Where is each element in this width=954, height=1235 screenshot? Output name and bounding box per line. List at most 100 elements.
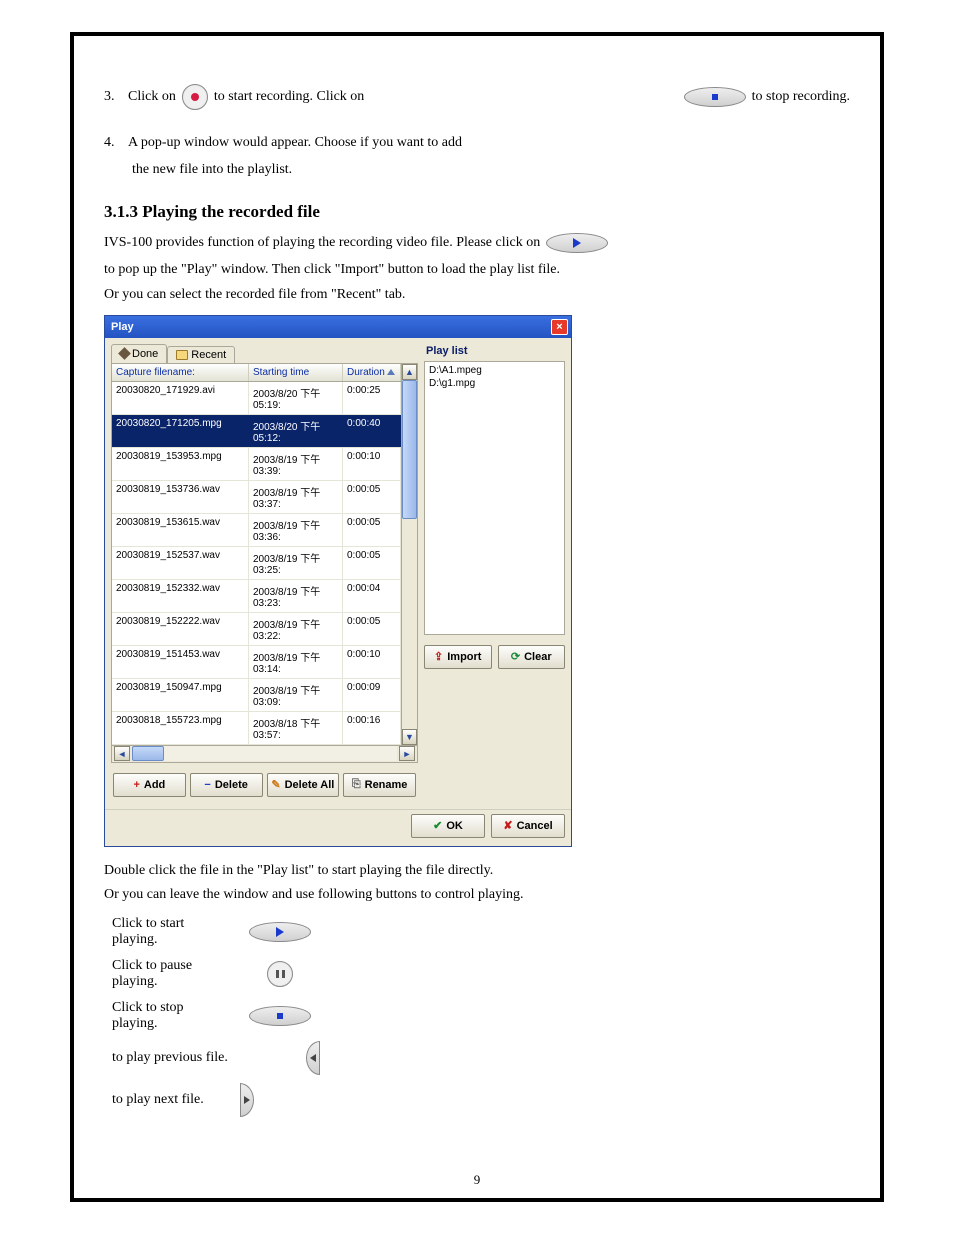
- cell-time: 2003/8/20 下午 05:12:: [249, 415, 343, 447]
- cell-filename: 20030818_155723.mpg: [112, 712, 249, 744]
- clear-button[interactable]: ⟳Clear: [498, 645, 566, 669]
- control-next-text: to play next file.: [112, 1092, 232, 1108]
- close-icon[interactable]: ×: [551, 319, 568, 335]
- cell-duration: 0:00:40: [343, 415, 401, 447]
- tab-done-label: Done: [132, 348, 158, 360]
- page: 3. Click on to start recording. Click on…: [70, 32, 884, 1202]
- table-row[interactable]: 20030819_151453.wav2003/8/19 下午 03:14:0:…: [112, 646, 401, 679]
- cell-time: 2003/8/19 下午 03:37:: [249, 481, 343, 513]
- text-to-stop: to stop recording.: [752, 87, 850, 107]
- cell-time: 2003/8/19 下午 03:14:: [249, 646, 343, 678]
- dialog-right-pane: Play list D:\A1.mpegD:\g1.mpg ⇪Import ⟳C…: [424, 344, 565, 805]
- import-button[interactable]: ⇪Import: [424, 645, 492, 669]
- sort-ascending-icon: [387, 369, 395, 375]
- table-row[interactable]: 20030819_150947.mpg2003/8/19 下午 03:09:0:…: [112, 679, 401, 712]
- pause-icon: [267, 961, 293, 987]
- list-item[interactable]: D:\g1.mpg: [429, 377, 560, 390]
- step-num-4: 4.: [104, 133, 122, 153]
- cell-time: 2003/8/19 下午 03:25:: [249, 547, 343, 579]
- play-control-list: Click to start playing. Click to pause p…: [112, 911, 850, 1121]
- cell-filename: 20030819_152537.wav: [112, 547, 249, 579]
- step-num-3: 3.: [104, 87, 122, 107]
- cell-time: 2003/8/18 下午 03:57:: [249, 712, 343, 744]
- col-filename[interactable]: Capture filename:: [112, 364, 249, 381]
- tab-bar: Done Recent: [111, 344, 418, 363]
- col-starting-time[interactable]: Starting time: [249, 364, 343, 381]
- control-pause: Click to pause playing.: [112, 953, 850, 995]
- scroll-thumb[interactable]: [402, 380, 417, 520]
- control-next: to play next file.: [112, 1079, 850, 1121]
- add-button[interactable]: +Add: [113, 773, 186, 797]
- control-prev-text: to play previous file.: [112, 1050, 232, 1066]
- delete-button[interactable]: −Delete: [190, 773, 263, 797]
- scroll-down-icon[interactable]: ▼: [402, 729, 417, 745]
- play-dialog: Play × Done Recent: [104, 315, 572, 847]
- table-row[interactable]: 20030820_171205.mpg2003/8/20 下午 05:12:0:…: [112, 415, 401, 448]
- dialog-titlebar[interactable]: Play ×: [105, 316, 571, 338]
- plus-icon: +: [133, 779, 139, 791]
- stop-button-icon: [684, 87, 746, 107]
- cell-duration: 0:00:05: [343, 514, 401, 546]
- cell-filename: 20030819_150947.mpg: [112, 679, 249, 711]
- cell-time: 2003/8/19 下午 03:39:: [249, 448, 343, 480]
- vertical-scrollbar[interactable]: ▲ ▼: [401, 364, 417, 745]
- grid-header: Capture filename: Starting time Duration: [112, 364, 401, 382]
- cell-filename: 20030819_153615.wav: [112, 514, 249, 546]
- cell-time: 2003/8/19 下午 03:09:: [249, 679, 343, 711]
- step-4-text-b: the new file into the playlist.: [132, 160, 850, 180]
- cell-time: 2003/8/19 下午 03:23:: [249, 580, 343, 612]
- import-icon: ⇪: [434, 650, 443, 663]
- rename-button[interactable]: ⎘Rename: [343, 773, 416, 797]
- table-row[interactable]: 20030819_152222.wav2003/8/19 下午 03:22:0:…: [112, 613, 401, 646]
- horizontal-scrollbar[interactable]: ◄ ►: [112, 745, 417, 762]
- cell-duration: 0:00:05: [343, 481, 401, 513]
- prev-icon: [306, 1041, 320, 1075]
- record-button-icon: [182, 84, 208, 110]
- cell-duration: 0:00:09: [343, 679, 401, 711]
- scroll-right-icon[interactable]: ►: [399, 746, 415, 761]
- cell-duration: 0:00:05: [343, 547, 401, 579]
- instruction-step-3: 3. Click on to start recording. Click on…: [104, 84, 850, 110]
- folder-icon: [176, 350, 188, 360]
- cell-filename: 20030819_153736.wav: [112, 481, 249, 513]
- cancel-button[interactable]: ✘Cancel: [491, 814, 565, 838]
- play-intro-c: Or you can select the recorded file from…: [104, 285, 850, 305]
- tab-recent-label: Recent: [191, 349, 226, 361]
- table-row[interactable]: 20030819_153953.mpg2003/8/19 下午 03:39:0:…: [112, 448, 401, 481]
- play-intro-b: to pop up the "Play" window. Then click …: [104, 260, 850, 280]
- list-item[interactable]: D:\A1.mpeg: [429, 364, 560, 377]
- play-icon: [249, 922, 311, 942]
- after-dialog-b: Or you can leave the window and use foll…: [104, 885, 850, 905]
- delete-all-button[interactable]: ✎Delete All: [267, 773, 340, 797]
- table-row[interactable]: 20030819_152537.wav2003/8/19 下午 03:25:0:…: [112, 547, 401, 580]
- dialog-confirm-buttons: ✔OK ✘Cancel: [105, 809, 571, 846]
- tab-done[interactable]: Done: [111, 344, 167, 363]
- cell-filename: 20030819_153953.mpg: [112, 448, 249, 480]
- playlist-title: Play list: [424, 344, 565, 361]
- text-click-on-a: Click on: [128, 87, 176, 107]
- cell-duration: 0:00:05: [343, 613, 401, 645]
- playlist-box[interactable]: D:\A1.mpegD:\g1.mpg: [424, 361, 565, 635]
- tab-recent[interactable]: Recent: [167, 346, 235, 363]
- cell-duration: 0:00:10: [343, 646, 401, 678]
- table-row[interactable]: 20030819_152332.wav2003/8/19 下午 03:23:0:…: [112, 580, 401, 613]
- table-row[interactable]: 20030819_153736.wav2003/8/19 下午 03:37:0:…: [112, 481, 401, 514]
- scroll-up-icon[interactable]: ▲: [402, 364, 417, 380]
- control-prev: to play previous file.: [112, 1037, 850, 1079]
- hscroll-thumb[interactable]: [132, 746, 164, 761]
- table-row[interactable]: 20030818_155723.mpg2003/8/18 下午 03:57:0:…: [112, 712, 401, 745]
- check-icon: ✔: [433, 819, 442, 832]
- table-row[interactable]: 20030819_153615.wav2003/8/19 下午 03:36:0:…: [112, 514, 401, 547]
- scroll-left-icon[interactable]: ◄: [114, 746, 130, 761]
- cell-time: 2003/8/19 下午 03:36:: [249, 514, 343, 546]
- text-to-start: to start recording. Click on: [214, 87, 364, 107]
- control-play: Click to start playing.: [112, 911, 850, 953]
- cell-time: 2003/8/19 下午 03:22:: [249, 613, 343, 645]
- col-duration[interactable]: Duration: [343, 364, 401, 381]
- ok-button[interactable]: ✔OK: [411, 814, 485, 838]
- page-icon: ⎘: [352, 778, 361, 791]
- dialog-left-pane: Done Recent Capture filename:: [111, 344, 418, 805]
- table-row[interactable]: 20030820_171929.avi2003/8/20 下午 05:19:0:…: [112, 382, 401, 415]
- diamond-icon: [118, 348, 131, 361]
- cell-filename: 20030819_152222.wav: [112, 613, 249, 645]
